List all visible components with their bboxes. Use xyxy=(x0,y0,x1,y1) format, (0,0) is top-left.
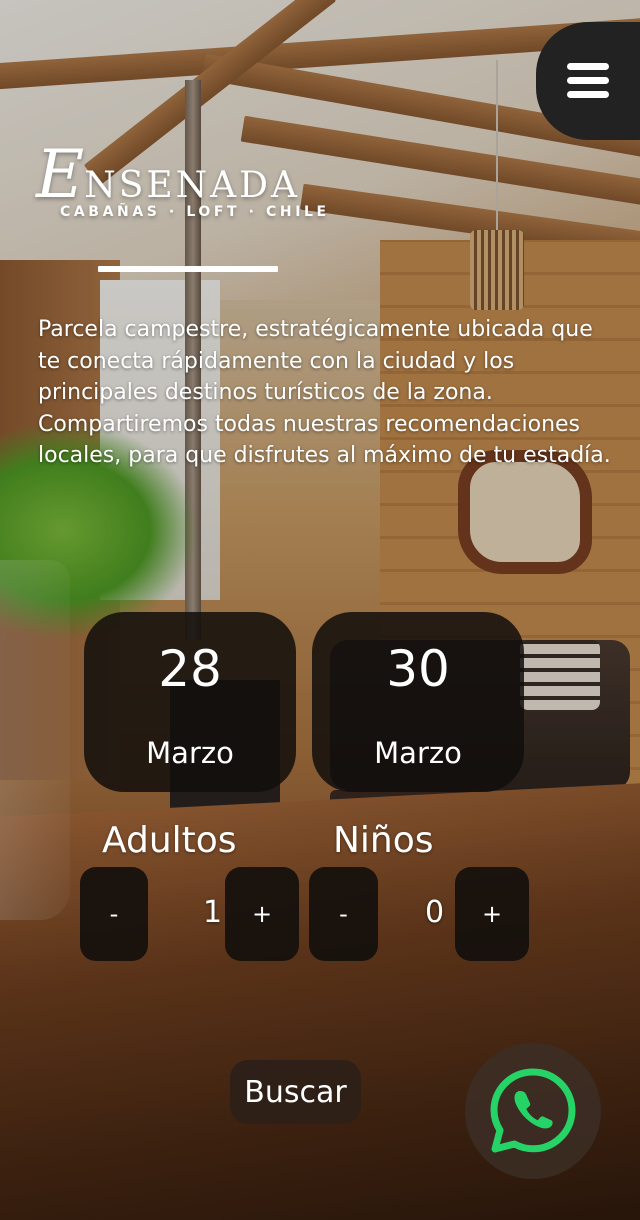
checkout-month: Marzo xyxy=(374,736,462,770)
whatsapp-button[interactable] xyxy=(465,1043,601,1179)
hamburger-menu-icon xyxy=(567,63,609,99)
adults-minus-button[interactable]: - xyxy=(80,867,148,961)
menu-button[interactable] xyxy=(536,22,640,140)
adults-plus-button[interactable]: + xyxy=(225,867,299,961)
logo-initial: E xyxy=(36,136,85,213)
kids-label: Niños xyxy=(333,820,434,861)
checkin-day: 28 xyxy=(158,640,222,698)
intro-text: Parcela campestre, estratégicamente ubic… xyxy=(38,317,611,468)
search-button[interactable]: Buscar xyxy=(230,1060,361,1124)
logo-tagline: CABAÑAS · LOFT · CHILE xyxy=(60,204,330,220)
divider xyxy=(98,266,278,272)
checkout-date-card[interactable]: 30 Marzo xyxy=(312,612,524,792)
kids-plus-button[interactable]: + xyxy=(455,867,529,961)
checkin-date-card[interactable]: 28 Marzo xyxy=(84,612,296,792)
logo-name: ENSENADA xyxy=(36,136,300,213)
kids-count: 0 xyxy=(425,895,445,930)
adults-label: Adultos xyxy=(102,820,237,861)
checkout-day: 30 xyxy=(386,640,450,698)
logo-rest: NSENADA xyxy=(84,165,300,206)
whatsapp-icon xyxy=(490,1068,576,1153)
checkin-month: Marzo xyxy=(146,736,234,770)
adults-count: 1 xyxy=(203,895,223,930)
kids-minus-button[interactable]: - xyxy=(309,867,378,961)
logo: ENSENADA CABAÑAS · LOFT · CHILE xyxy=(36,136,346,232)
